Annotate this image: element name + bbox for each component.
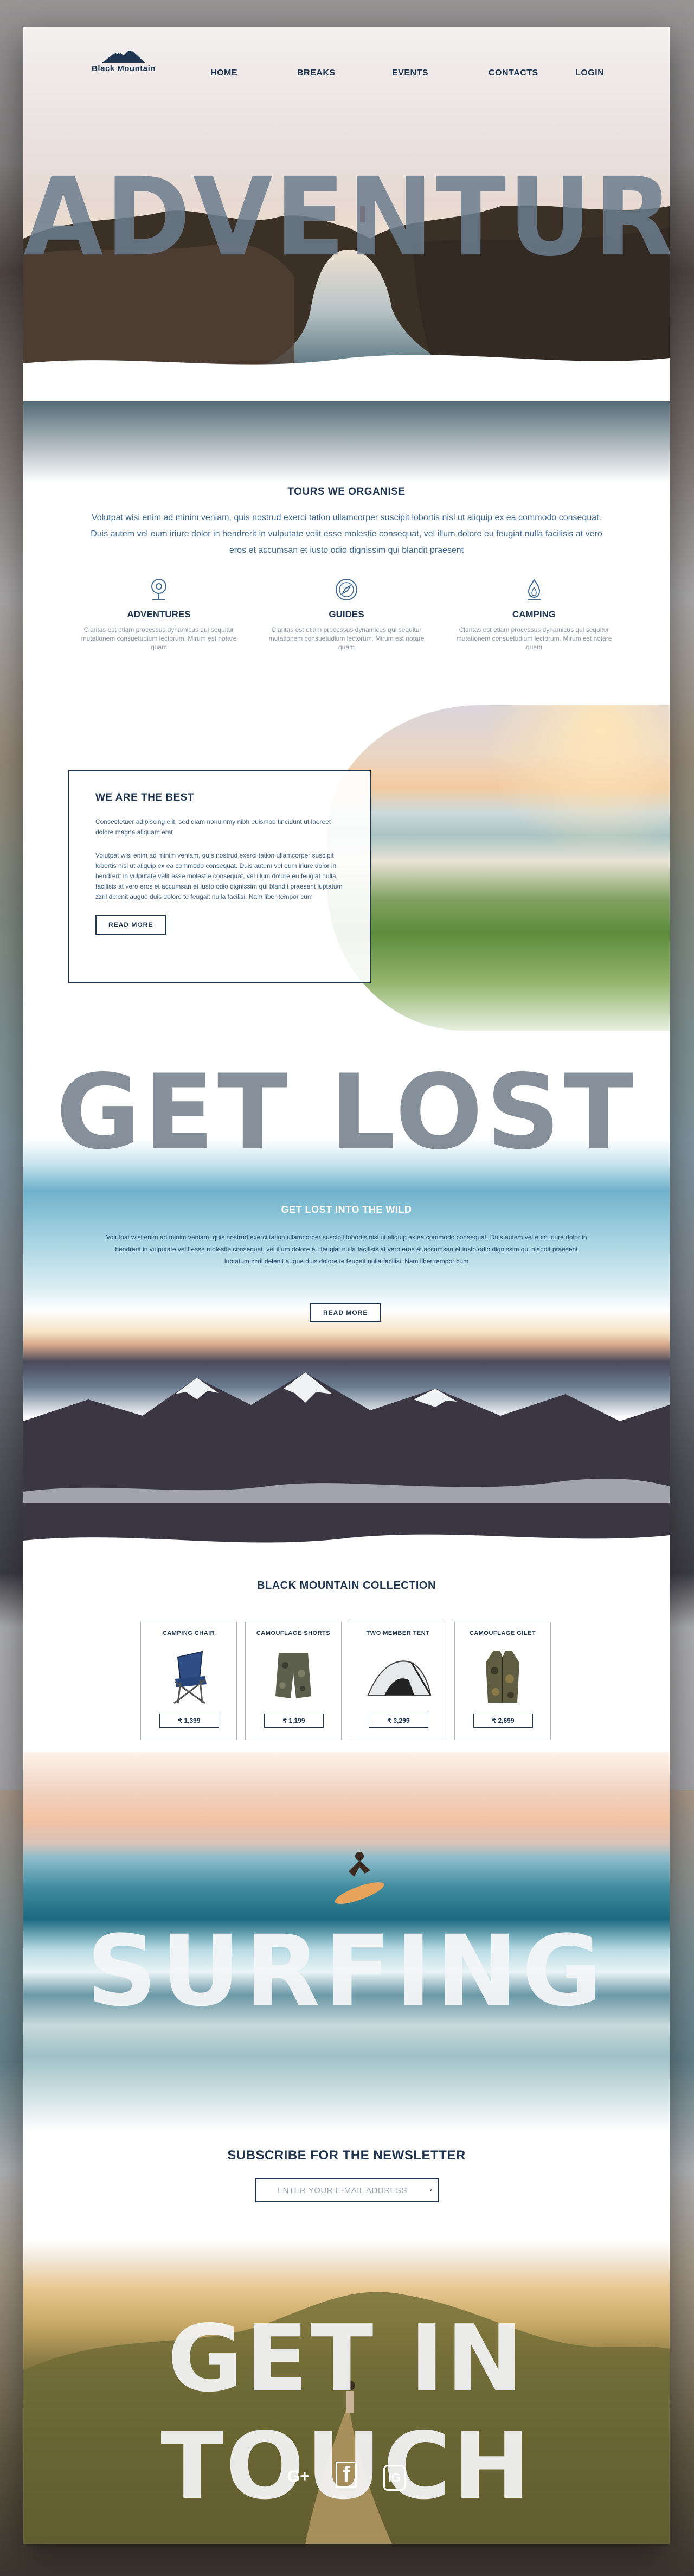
tent-icon — [367, 1660, 432, 1696]
newsletter-section: SUBSCRIBE FOR THE NEWSLETTER › — [23, 2132, 670, 2240]
product-price[interactable]: ₹ 1,399 — [159, 1714, 219, 1728]
nav-breaks[interactable]: BREAKS — [297, 68, 336, 78]
instagram-icon[interactable]: IG — [383, 2465, 406, 2491]
tours-section: TOURS WE ORGANISE Volutpat wisi enim ad … — [23, 483, 670, 694]
campfire-icon — [528, 579, 541, 600]
mountain-logo-icon — [102, 49, 145, 63]
surfing-title: SURFING — [86, 1915, 607, 2028]
about-card: WE ARE THE BEST Consectetuer adipiscing … — [68, 770, 371, 983]
surfing-section: SURFING — [23, 1752, 670, 2132]
about-paragraph-2: Volutpat wisi enim ad minim veniam, quis… — [95, 852, 343, 900]
brand-name: Black Mountain — [92, 64, 156, 73]
compass-icon — [336, 579, 357, 600]
hero-title: ADVENTURE — [23, 154, 670, 280]
map-pin-icon — [151, 579, 166, 600]
get-lost-section: GET LOST GET LOST INTO THE WILD Volutpat… — [23, 1052, 670, 1568]
about-section: WE ARE THE BEST Consectetuer adipiscing … — [23, 694, 670, 1052]
about-read-more-button[interactable]: READ MORE — [95, 915, 166, 935]
email-form: › — [255, 2178, 439, 2202]
surfer-image — [335, 1852, 384, 1904]
contact-section: GET IN TOUCH G+ f IG — [23, 2240, 670, 2544]
feature-text: Claritas est etiam processus dynamicus q… — [81, 626, 237, 651]
product-name: CAMOUFLAGE GILET — [469, 1630, 536, 1637]
collection-section: BLACK MOUNTAIN COLLECTION CAMPING CHAIR … — [23, 1568, 670, 1752]
collection-title: BLACK MOUNTAIN COLLECTION — [257, 1580, 436, 1591]
email-input[interactable] — [268, 2179, 426, 2201]
product-card[interactable]: CAMOUFLAGE SHORTS ₹ 1,199 — [245, 1622, 342, 1740]
get-lost-intro: Volutpat wisi enim ad minim veniam, quis… — [106, 1233, 587, 1265]
shorts-icon — [275, 1653, 311, 1698]
product-card[interactable]: CAMPING CHAIR ₹ 1,399 — [140, 1622, 237, 1740]
get-lost-subtitle: GET LOST INTO THE WILD — [281, 1204, 412, 1215]
product-price[interactable]: ₹ 3,299 — [369, 1714, 428, 1728]
hero-section: Black Mountain HOME BREAKS EVENTS CONTAC… — [23, 27, 670, 483]
product-price[interactable]: ₹ 2,699 — [473, 1714, 533, 1728]
feature-title: GUIDES — [329, 609, 364, 619]
newsletter-title: SUBSCRIBE FOR THE NEWSLETTER — [227, 2148, 466, 2163]
product-name: TWO MEMBER TENT — [366, 1630, 430, 1637]
nav-home[interactable]: HOME — [210, 68, 237, 78]
product-name: CAMOUFLAGE SHORTS — [256, 1630, 331, 1637]
feature-title: ADVENTURES — [127, 609, 191, 619]
tours-intro: Volutpat wisi enim ad minim veniam, quis… — [91, 513, 602, 555]
social-links: G+ f IG — [23, 2462, 670, 2491]
feature-title: CAMPING — [512, 609, 556, 619]
google-plus-icon[interactable]: G+ — [287, 2468, 310, 2486]
brand-logo[interactable]: Black Mountain — [83, 49, 164, 81]
page: Black Mountain HOME BREAKS EVENTS CONTAC… — [23, 27, 670, 2544]
submit-arrow-icon[interactable]: › — [429, 2185, 432, 2194]
feature-camping: CAMPING Claritas est etiam processus dyn… — [455, 578, 613, 651]
coastal-hiker-image — [327, 705, 670, 1031]
gilet-icon — [486, 1651, 519, 1703]
about-paragraph-1: Consectetuer adipiscing elit, sed diam n… — [95, 818, 331, 836]
nav-login[interactable]: LOGIN — [575, 68, 604, 78]
about-title: WE ARE THE BEST — [95, 792, 195, 803]
nav-events[interactable]: EVENTS — [392, 68, 428, 78]
feature-guides: GUIDES Claritas est etiam processus dyna… — [268, 578, 425, 651]
top-nav: Black Mountain HOME BREAKS EVENTS CONTAC… — [23, 49, 670, 81]
get-lost-read-more-button[interactable]: READ MORE — [310, 1303, 381, 1322]
product-name: CAMPING CHAIR — [162, 1630, 215, 1637]
feature-adventures: ADVENTURES Claritas est etiam processus … — [80, 578, 237, 651]
tours-title: TOURS WE ORGANISE — [287, 486, 406, 497]
product-card[interactable]: TWO MEMBER TENT ₹ 3,299 — [350, 1622, 446, 1740]
product-card[interactable]: CAMOUFLAGE GILET ₹ 2,699 — [454, 1622, 551, 1740]
product-price[interactable]: ₹ 1,199 — [264, 1714, 324, 1728]
snowy-mountains-image — [23, 1372, 670, 1568]
feature-text: Claritas est etiam processus dynamicus q… — [456, 626, 612, 651]
nav-contacts[interactable]: CONTACTS — [489, 68, 538, 78]
feature-text: Claritas est etiam processus dynamicus q… — [268, 626, 425, 651]
facebook-icon[interactable]: f — [336, 2462, 357, 2488]
camping-chair-icon — [174, 1651, 207, 1704]
get-lost-title: GET LOST — [56, 1052, 637, 1172]
